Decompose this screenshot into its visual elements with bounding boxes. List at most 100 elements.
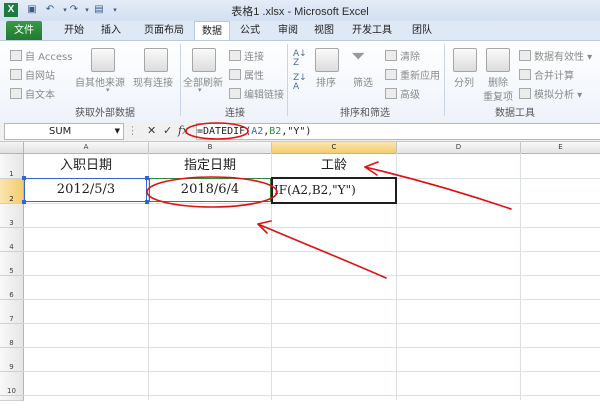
from-web-button[interactable]: 自网站 [10,67,55,82]
reapply-label: 重新应用 [400,71,440,82]
insert-function-icon[interactable]: fx [178,124,188,138]
column-header-b[interactable]: B [149,142,272,154]
grid-line [23,323,600,324]
tab-formulas[interactable]: 公式 [232,21,268,40]
edit-links-label: 编辑链接 [244,90,284,101]
sort-button[interactable]: 排序 [316,74,336,89]
row-header-8[interactable]: 8 [0,324,24,348]
column-header-a[interactable]: A [24,142,149,154]
tab-file[interactable]: 文件 [6,21,42,40]
tab-view[interactable]: 视图 [307,21,341,40]
tab-data[interactable]: 数据 [194,21,230,41]
row-header-1[interactable]: 1 [0,154,24,179]
name-box[interactable]: SUM ▼ [4,123,124,140]
row-header-11[interactable]: 11 [0,396,24,401]
cell-b1[interactable]: 指定日期 [149,156,271,176]
remove-duplicates-label-2: 重复项 [483,92,513,103]
sort-icon [315,48,339,72]
consolidate-label: 合并计算 [534,71,574,82]
from-other-sources-button[interactable]: 自其他来源 [75,74,125,89]
row-header-10[interactable]: 10 [0,372,24,396]
what-if-icon [519,88,531,99]
row-header-6[interactable]: 6 [0,276,24,300]
access-icon [10,50,22,61]
other-sources-dropdown-icon[interactable]: ▾ [106,86,110,94]
column-header-e[interactable]: E [521,142,600,154]
formula-ref-a2: A2 [251,126,264,137]
sort-descending-icon[interactable]: Z↓ A [293,74,307,92]
ref-handle[interactable] [22,200,26,204]
data-validation-button[interactable]: 数据有效性 ▾ [519,48,592,63]
grid-line [23,371,600,372]
name-box-dropdown-icon[interactable]: ▼ [115,124,120,139]
clear-filter-icon [385,50,397,61]
clear-button[interactable]: 清除 [385,48,420,63]
cell-c2[interactable]: IF(A2,B2,"Y") [274,180,394,200]
text-to-columns-icon [453,48,477,72]
grid-line [23,347,600,348]
formula-bar-handle-icon[interactable]: ⋮ [127,124,138,138]
cancel-icon[interactable]: ✕ [147,124,156,138]
tab-review[interactable]: 审阅 [270,21,306,40]
from-access-button[interactable]: 自 Access [10,48,72,63]
enter-icon[interactable]: ✓ [163,124,172,138]
advanced-label: 高级 [400,90,420,101]
remove-duplicates-icon [486,48,510,72]
web-icon [10,69,22,80]
reapply-icon [385,69,397,80]
advanced-button[interactable]: 高级 [385,86,420,101]
group-separator [444,44,445,116]
column-header-c[interactable]: C [272,142,397,154]
sort-ascending-icon[interactable]: A↓ Z [293,50,307,68]
row-header-5[interactable]: 5 [0,252,24,276]
consolidate-button[interactable]: 合并计算 [519,67,574,82]
edit-links-button[interactable]: 编辑链接 [229,86,284,101]
grid-line [23,251,600,252]
existing-connections-button[interactable]: 现有连接 [133,74,173,89]
remove-duplicates-button[interactable]: 删除 [488,74,508,89]
from-access-label: 自 Access [25,52,73,63]
row-header-2[interactable]: 2 [0,179,24,204]
row-header-4[interactable]: 4 [0,228,24,252]
filter-button[interactable]: 筛选 [353,74,373,89]
group-label-get-external-data: 获取外部数据 [75,108,135,119]
properties-button[interactable]: 属性 [229,67,264,82]
from-web-label: 自网站 [25,71,55,82]
grid-line [23,227,600,228]
window-title: 表格1 .xlsx - Microsoft Excel [231,6,369,18]
row-header-3[interactable]: 3 [0,204,24,228]
tab-insert[interactable]: 插入 [92,21,130,40]
properties-label: 属性 [244,71,264,82]
what-if-analysis-button[interactable]: 模拟分析 ▾ [519,86,582,101]
from-text-button[interactable]: 自文本 [10,86,55,101]
refresh-all-button[interactable]: 全部刷新 [183,74,223,89]
cell-a2[interactable]: 2012/5/3 [24,180,148,200]
text-to-columns-button[interactable]: 分列 [454,74,474,89]
tab-page-layout[interactable]: 页面布局 [135,21,193,40]
tab-home[interactable]: 开始 [56,21,92,40]
connections-label: 连接 [244,52,264,63]
reapply-button[interactable]: 重新应用 [385,67,440,82]
clear-label: 清除 [400,52,420,63]
row-header-9[interactable]: 9 [0,348,24,372]
formula-input[interactable]: =DATEDIF(A2,B2,"Y") [196,123,600,140]
row-header-7[interactable]: 7 [0,300,24,324]
formula-text-prefix: =DATEDIF( [197,126,252,137]
formula-text-suffix: ,"Y") [281,126,312,137]
existing-connections-icon [144,48,168,72]
select-all-button[interactable] [0,142,24,154]
tab-developer[interactable]: 开发工具 [345,21,399,40]
data-validation-icon [519,50,531,61]
connections-button[interactable]: 连接 [229,48,264,63]
cell-b2[interactable]: 2018/6/4 [149,180,271,200]
cell-a1[interactable]: 入职日期 [24,156,148,176]
tab-team[interactable]: 团队 [404,21,440,40]
refresh-all-dropdown-icon[interactable]: ▾ [198,86,202,94]
cell-c1[interactable]: 工龄 [272,156,396,176]
name-box-value: SUM [49,126,72,137]
column-header-d[interactable]: D [397,142,521,154]
grid-line [23,395,600,396]
properties-icon [229,69,241,80]
other-sources-icon [91,48,115,72]
from-text-label: 自文本 [25,90,55,101]
